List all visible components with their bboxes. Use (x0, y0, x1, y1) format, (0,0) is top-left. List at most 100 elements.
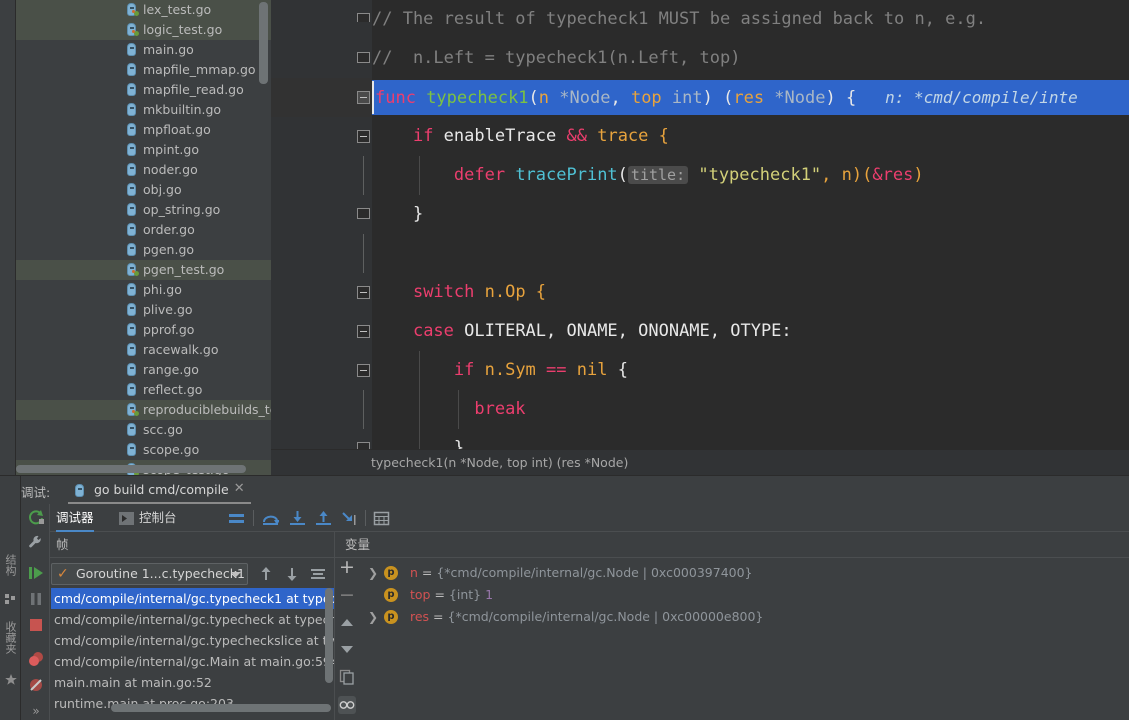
variables-list[interactable]: ❯ p n = {*cmd/compile/internal/gc.Node | 0… (362, 562, 1122, 628)
frames-options-icon[interactable] (310, 566, 326, 582)
tree-file-row[interactable]: noder.go (16, 160, 271, 180)
settings-wrench-icon[interactable] (27, 534, 45, 552)
move-watch-up-icon[interactable] (338, 614, 356, 632)
code-line[interactable]: 331 (271, 234, 1129, 342)
tree-file-row[interactable]: logic_test.go (16, 20, 271, 40)
stack-frame-row[interactable]: cmd/compile/internal/gc.typecheck1 at ty… (51, 588, 334, 609)
expand-chevron-icon[interactable]: ❯ (368, 567, 378, 579)
remove-watch-icon[interactable]: − (338, 586, 356, 605)
pause-program-icon[interactable] (27, 590, 45, 608)
tree-file-row[interactable]: pprof.go (16, 320, 271, 340)
watches-glasses-icon[interactable] (338, 696, 356, 714)
structure-icon[interactable] (5, 594, 16, 605)
variable-row[interactable]: ❯ p res = {*cmd/compile/internal/gc.Node |… (362, 606, 1122, 628)
step-into-icon[interactable] (289, 510, 306, 527)
move-up-icon[interactable] (258, 566, 274, 582)
favorites-star-icon[interactable] (5, 674, 17, 685)
tree-file-row[interactable]: mkbuiltin.go (16, 100, 271, 120)
expand-chevron-icon[interactable]: ❯ (368, 611, 378, 623)
fold-cap-icon[interactable] (357, 52, 370, 63)
fold-cap-icon[interactable] (357, 13, 370, 22)
stack-frame-row[interactable]: main.main at main.go:52 (51, 672, 334, 693)
tree-file-row[interactable]: reflect.go (16, 380, 271, 400)
tree-vertical-scrollbar[interactable] (259, 2, 268, 84)
step-over-icon[interactable] (262, 510, 279, 527)
rerun-icon[interactable] (27, 508, 45, 526)
tool-window-favorites[interactable]: 收藏夹 (3, 621, 18, 654)
resume-program-icon[interactable] (27, 564, 45, 582)
tree-file-row[interactable]: scope.go (16, 440, 271, 460)
run-configuration-tab[interactable]: go build cmd/compile ✕ (68, 478, 251, 504)
tree-file-row[interactable]: pgen.go (16, 240, 271, 260)
mute-breakpoints-icon[interactable] (27, 676, 45, 694)
code-line[interactable]: 330 } (271, 195, 1129, 303)
code-editor[interactable]: 325 // The result of typecheck1 MUST be … (271, 0, 1129, 475)
tree-horizontal-scrollbar[interactable] (16, 465, 246, 473)
stack-frame-row[interactable]: cmd/compile/internal/gc.Main at main.go:… (51, 651, 334, 672)
code-line[interactable]: 334 if n.Sym == nil { (271, 351, 1129, 459)
tree-file-row[interactable]: scc.go (16, 420, 271, 440)
project-file-tree[interactable]: lex_test.go logic_test.go main.go mapfile_m… (16, 0, 271, 475)
fold-collapse-icon[interactable] (357, 325, 370, 338)
tree-file-row[interactable]: racewalk.go (16, 340, 271, 360)
stack-frame-row[interactable]: cmd/compile/internal/gc.typecheckslice a… (51, 630, 334, 651)
tree-file-row[interactable]: reproduciblebuilds_te (16, 400, 271, 420)
layout-settings-icon[interactable] (228, 510, 245, 527)
goroutine-selector[interactable]: ✓ Goroutine 1...c.typecheck1 (51, 563, 248, 585)
tree-file-row[interactable]: pgen_test.go (16, 260, 271, 280)
copy-icon[interactable] (338, 668, 356, 686)
tree-file-label: mapfile_mmap.go (143, 62, 256, 77)
fold-collapse-icon[interactable] (357, 286, 370, 299)
tree-file-row[interactable]: order.go (16, 220, 271, 240)
tree-file-row[interactable]: lex_test.go (16, 0, 271, 20)
tree-file-row[interactable]: plive.go (16, 300, 271, 320)
code-line[interactable]: 325 // The result of typecheck1 MUST be … (271, 0, 1129, 108)
close-icon[interactable]: ✕ (234, 482, 245, 495)
tree-file-row[interactable]: mpint.go (16, 140, 271, 160)
view-breakpoints-icon[interactable] (27, 650, 45, 668)
tree-file-row[interactable]: main.go (16, 40, 271, 60)
frames-horizontal-scrollbar[interactable] (111, 704, 331, 712)
frames-vertical-scrollbar[interactable] (325, 588, 333, 683)
tree-file-row[interactable]: obj.go (16, 180, 271, 200)
tree-file-row[interactable]: mapfile_read.go (16, 80, 271, 100)
tree-file-row[interactable]: phi.go (16, 280, 271, 300)
variable-row[interactable]: ❯ p n = {*cmd/compile/internal/gc.Node | 0… (362, 562, 1122, 584)
code-line[interactable]: 335 break (271, 390, 1129, 429)
editor-breadcrumb[interactable]: typecheck1(n *Node, top int) (res *Node) (271, 449, 1129, 475)
evaluate-expression-icon[interactable] (373, 510, 390, 527)
frames-list[interactable]: cmd/compile/internal/gc.typecheck1 at ty… (51, 588, 334, 714)
code-line[interactable]: 326 // n.Left = typecheck1(n.Left, top) (271, 39, 1129, 147)
code-line[interactable]: 329 defer tracePrint(title: "typecheck1"… (271, 156, 1129, 264)
tree-file-row[interactable]: mapfile_mmap.go (16, 60, 271, 80)
go-file-icon (126, 143, 137, 156)
add-watch-icon[interactable]: + (338, 558, 356, 577)
variable-row[interactable]: p top = {int} 1 (362, 584, 1122, 606)
code-line[interactable]: 332 switch n.Op { (271, 273, 1129, 381)
fold-cap-icon[interactable] (357, 208, 370, 219)
fold-collapse-icon[interactable] (357, 364, 370, 377)
run-to-cursor-icon[interactable] (341, 510, 358, 527)
tree-file-row[interactable]: mpfloat.go (16, 120, 271, 140)
stop-icon[interactable] (27, 616, 45, 634)
tool-window-structure[interactable]: 结构 (3, 554, 18, 576)
tree-file-row[interactable]: range.go (16, 360, 271, 380)
tree-file-row[interactable]: op_string.go (16, 200, 271, 220)
chevron-down-icon[interactable] (231, 572, 241, 577)
go-file-icon (126, 383, 137, 396)
code-line[interactable]: 333 case OLITERAL, ONAME, ONONAME, OTYPE… (271, 312, 1129, 420)
move-down-icon[interactable] (284, 566, 300, 582)
stack-frame-row[interactable]: cmd/compile/internal/gc.typecheck at typ… (51, 609, 334, 630)
fold-collapse-icon[interactable] (357, 130, 370, 143)
more-actions-icon[interactable]: » (27, 702, 45, 720)
console-icon[interactable] (118, 510, 135, 527)
tab-console[interactable]: 控制台 (139, 507, 177, 532)
code-line[interactable]: 328 if enableTrace && trace { (271, 117, 1129, 225)
go-file-icon (126, 263, 139, 276)
code-line-current[interactable]: 327 func typecheck1(n *Node, top int) (r… (271, 78, 1129, 186)
fold-collapse-icon[interactable] (357, 91, 370, 104)
tab-debugger[interactable]: 调试器 (56, 507, 94, 532)
step-out-icon[interactable] (315, 510, 332, 527)
panel-splitter[interactable] (334, 532, 335, 720)
move-watch-down-icon[interactable] (338, 640, 356, 658)
